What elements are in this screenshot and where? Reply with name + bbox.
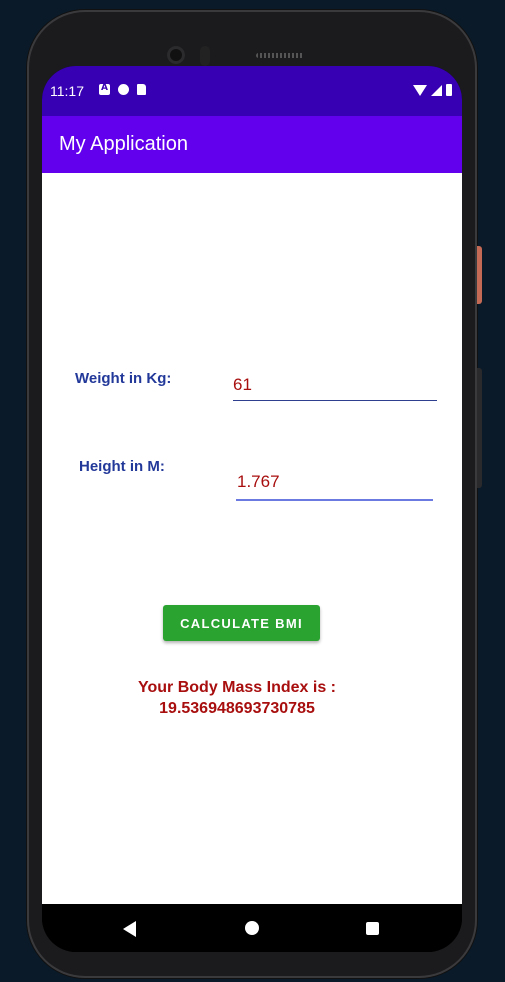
status-notification-icons	[99, 83, 146, 95]
navigation-bar	[42, 904, 462, 952]
status-bar: 11:17	[42, 66, 462, 116]
calculate-bmi-button[interactable]: Calculate BMI	[163, 605, 320, 641]
home-icon[interactable]	[245, 921, 259, 935]
back-icon[interactable]	[123, 921, 136, 937]
signal-icon	[431, 84, 442, 96]
weight-input[interactable]	[231, 373, 435, 397]
battery-icon	[446, 84, 452, 96]
bmi-result-label: Your Body Mass Index is :	[138, 679, 336, 696]
sd-card-icon	[137, 84, 146, 95]
sensor-icon	[200, 46, 210, 66]
wifi-icon	[413, 84, 427, 96]
height-label: Height in M:	[79, 458, 165, 475]
dnd-icon	[118, 84, 129, 95]
bmi-result-value: 19.536948693730785	[159, 700, 315, 717]
earpiece-speaker-icon	[256, 53, 304, 58]
power-button[interactable]	[477, 246, 482, 304]
device-frame-stage: 11:17 My Application Weight in Kg: Heigh…	[0, 0, 505, 982]
height-input-underline	[236, 499, 433, 501]
weight-label: Weight in Kg:	[75, 370, 172, 387]
main-content: Weight in Kg: Height in M: Calculate BMI…	[42, 173, 462, 904]
weight-input-underline	[233, 400, 437, 401]
volume-button[interactable]	[477, 368, 482, 488]
app-bar: My Application	[42, 116, 462, 173]
status-time: 11:17	[50, 83, 84, 99]
recents-icon[interactable]	[366, 922, 379, 935]
front-camera-icon	[167, 46, 185, 64]
a-notification-icon	[99, 83, 110, 95]
height-input[interactable]	[235, 470, 429, 494]
status-system-icons	[413, 84, 452, 96]
screen: 11:17 My Application Weight in Kg: Heigh…	[42, 66, 462, 952]
app-title: My Application	[59, 133, 188, 155]
bmi-result: Your Body Mass Index is : 19.53694869373…	[82, 677, 392, 719]
